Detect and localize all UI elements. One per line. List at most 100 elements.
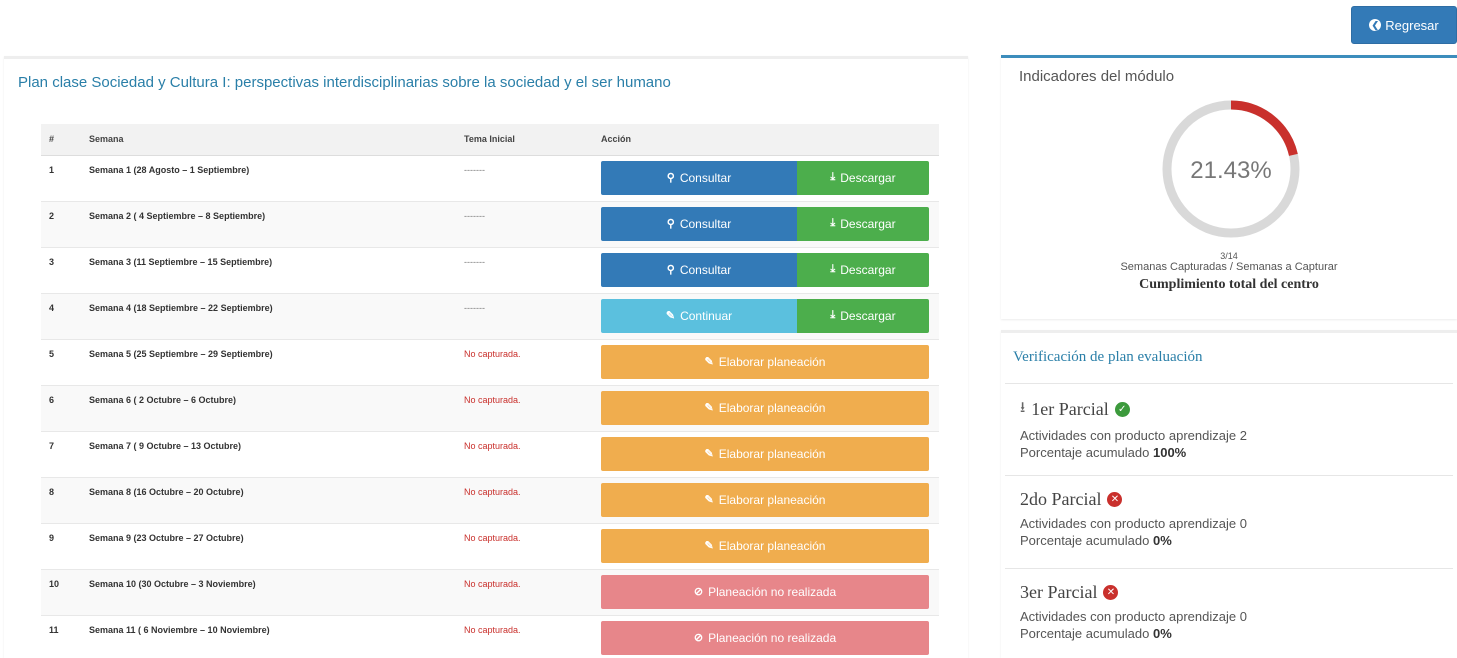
row-tema: No capturada. [456,614,593,658]
porcentaje-value: 0% [1152,626,1172,641]
row-actions: ⊘ Planeación no realizada [593,568,939,615]
elaborar-button[interactable]: ✎ Elaborar planeación [601,390,929,425]
table-row: 1 Semana 1 (28 Agosto – 1 Septiembre) ----… [41,154,939,201]
search-icon: ⚲ [666,172,675,184]
table-row: 8 Semana 8 (16 Octubre – 20 Octubre) No ca… [41,476,939,523]
row-semana: Semana 3 (11 Septiembre – 15 Septiembre) [81,246,456,293]
table-row: 6 Semana 6 ( 2 Octubre – 6 Octubre) No cap… [41,384,939,431]
elaborar-label: Elaborar planeación [718,446,826,461]
pencil-icon: ✎ [704,402,714,414]
ban-icon: ⊘ [693,586,704,598]
row-actions: ✎ Elaborar planeación [593,476,939,523]
row-number: 3 [41,246,81,293]
porcentaje-label: Porcentaje acumulado [1020,626,1150,641]
download-icon: ⤓ [830,217,836,229]
descargar-label: Descargar [840,216,896,231]
row-actions: ⊘ Planeación no realizada [593,614,939,658]
row-tema: No capturada. [456,522,593,569]
download-icon: ⤓ [830,171,836,183]
cumplimiento-label: Cumplimiento total del centro [1139,277,1319,292]
table-row: 2 Semana 2 ( 4 Septiembre – 8 Septiembre)… [41,200,939,247]
table-row: 9 Semana 9 (23 Octubre – 27 Octubre) No ca… [41,522,939,569]
elaborar-label: Elaborar planeación [718,400,826,415]
row-semana: Semana 10 (30 Octubre – 3 Noviembre) [81,568,456,615]
elaborar-button[interactable]: ✎ Elaborar planeación [601,528,929,563]
elaborar-button[interactable]: ✎ Elaborar planeación [601,436,929,471]
table-row: 3 Semana 3 (11 Septiembre – 15 Septiembre… [41,246,939,293]
consultar-button[interactable]: ⚲ Consultar [601,160,797,195]
search-icon: ⚲ [666,264,675,276]
actividades-label: Actividades con producto aprendizaje [1020,428,1237,443]
row-semana: Semana 6 ( 2 Octubre – 6 Octubre) [81,384,456,431]
consultar-button[interactable]: ⚲ Consultar [601,206,797,241]
table-row: 5 Semana 5 (25 Septiembre – 29 Septiembre… [41,338,939,385]
download-icon: ⤓ [830,309,836,321]
action-group: ✎ Elaborar planeación [601,436,929,471]
semanas-subtitle: Semanas Capturadas / Semanas a Capturar [1120,261,1338,273]
pencil-icon: ✎ [704,540,714,552]
col-semana-header: Semana [81,124,456,156]
actividades-label: Actividades con producto aprendizaje [1020,609,1237,624]
no-realizada-button[interactable]: ⊘ Planeación no realizada [601,620,929,655]
search-icon: ⚲ [666,218,675,230]
descargar-button[interactable]: ⤓ Descargar [797,252,929,287]
progress-gauge: 21.43% [1162,100,1300,238]
row-semana: Semana 11 ( 6 Noviembre – 10 Noviembre) [81,614,456,658]
descargar-button[interactable]: ⤓ Descargar [797,160,929,195]
table-row: 10 Semana 10 (30 Octubre – 3 Noviembre) No… [41,568,939,615]
row-semana: Semana 2 ( 4 Septiembre – 8 Septiembre) [81,200,456,247]
descargar-button[interactable]: ⤓ Descargar [797,298,929,333]
elaborar-button[interactable]: ✎ Elaborar planeación [601,344,929,379]
table-row: 7 Semana 7 ( 9 Octubre – 13 Octubre) No ca… [41,430,939,477]
action-group: ✎ Elaborar planeación [601,528,929,563]
semanas-fraction: 3/14 [1220,251,1238,261]
gauge-percent: 21.43% [1190,157,1271,184]
pencil-icon: ✎ [704,356,714,368]
row-actions: ✎ Elaborar planeación [593,522,939,569]
elaborar-button[interactable]: ✎ Elaborar planeación [601,482,929,517]
row-tema: No capturada. [456,568,593,615]
plan-table-body: 1 Semana 1 (28 Agosto – 1 Septiembre) ----… [41,154,939,658]
row-actions: ⚲ Consultar ⤓ Descargar [593,200,939,247]
action-group: ⚲ Consultar ⤓ Descargar [601,160,929,195]
row-semana: Semana 9 (23 Octubre – 27 Octubre) [81,522,456,569]
download-icon: ⭳ [1020,398,1026,416]
no-realizada-label: Planeación no realizada [708,630,837,645]
plan-table: # Semana Tema Inicial Acción 1 Semana 1 (… [41,124,939,658]
continuar-button[interactable]: ✎ Continuar [601,298,797,333]
ban-icon: ⊘ [693,632,704,644]
elaborar-label: Elaborar planeación [718,492,826,507]
actividades-label: Actividades con producto aprendizaje [1020,516,1237,531]
parcial-name: 1er Parcial [1031,399,1109,419]
porcentaje-label: Porcentaje acumulado [1020,445,1150,460]
elaborar-label: Elaborar planeación [718,538,826,553]
actividades-count: 0 [1239,516,1247,531]
row-number: 8 [41,476,81,523]
plan-panel: Plan clase Sociedad y Cultura I: perspec… [4,56,968,658]
no-realizada-button[interactable]: ⊘ Planeación no realizada [601,574,929,609]
porcentaje-value: 100% [1152,445,1187,460]
action-group: ✎ Elaborar planeación [601,390,929,425]
consultar-button[interactable]: ⚲ Consultar [601,252,797,287]
porcentaje-value: 0% [1152,533,1172,548]
regresar-button[interactable]: ❮ Regresar [1351,6,1457,44]
pencil-icon: ✎ [704,448,714,460]
verificacion-title: Verificación de plan evaluación [1013,349,1203,365]
times-circle-icon: ✕ [1103,585,1119,600]
row-number: 4 [41,292,81,339]
row-actions: ✎ Continuar ⤓ Descargar [593,292,939,339]
no-realizada-label: Planeación no realizada [708,584,837,599]
consultar-label: Consultar [679,216,732,231]
plan-table-header: # Semana Tema Inicial Acción [41,124,939,156]
row-actions: ⚲ Consultar ⤓ Descargar [593,246,939,293]
descargar-button[interactable]: ⤓ Descargar [797,206,929,241]
actividades-count: 0 [1239,609,1247,624]
indicadores-title: Indicadores del módulo [1019,68,1175,85]
parcial-3: 3er Parcial ✕ Actividades con producto a… [1005,568,1453,641]
col-num-header: # [41,124,81,156]
row-actions: ✎ Elaborar planeación [593,338,939,385]
descargar-label: Descargar [840,170,896,185]
row-number: 5 [41,338,81,385]
regresar-label: Regresar [1385,17,1439,33]
row-tema: No capturada. [456,338,593,385]
